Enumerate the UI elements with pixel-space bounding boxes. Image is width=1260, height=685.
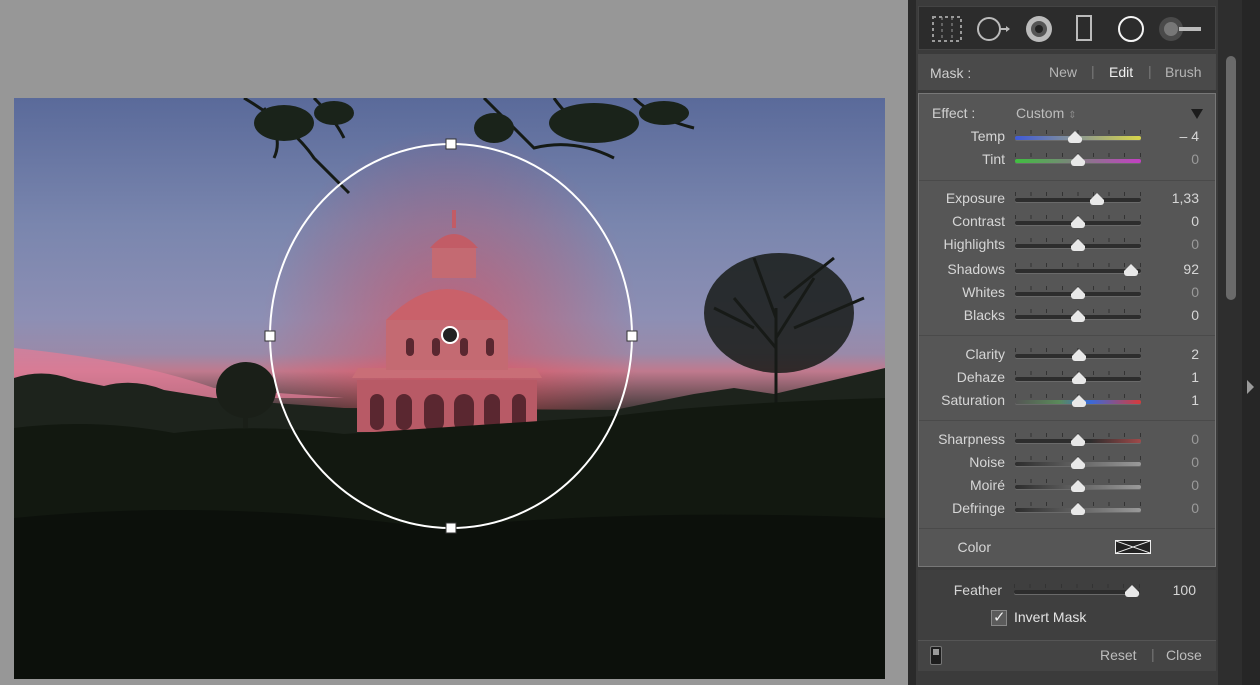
color-swatch[interactable] xyxy=(1115,540,1151,554)
slider-thumb[interactable] xyxy=(1072,349,1087,361)
mask-mode-row: Mask : New | Edit | Brush xyxy=(918,54,1216,90)
slider-thumb[interactable] xyxy=(1071,287,1085,299)
mask-edit-button[interactable]: Edit xyxy=(1109,64,1133,80)
photo-preview[interactable] xyxy=(14,98,885,679)
crop-overlay-icon[interactable] xyxy=(925,7,969,51)
mask-brush-button[interactable]: Brush xyxy=(1165,64,1202,80)
slider-thumb[interactable] xyxy=(1123,264,1138,276)
slider-thumb[interactable] xyxy=(1071,395,1086,407)
radial-handle-right xyxy=(626,330,638,342)
panel-footer: Reset | Close xyxy=(918,640,1216,671)
expand-panel-arrow-icon[interactable] xyxy=(1247,380,1254,394)
panel-collapse-icon[interactable] xyxy=(1191,109,1203,119)
radial-handle-bottom xyxy=(445,522,457,534)
invert-mask-checkbox[interactable]: ✓ xyxy=(991,609,1007,626)
slider-blacks[interactable]: Blacks 0 xyxy=(919,305,1215,327)
graduated-filter-icon[interactable] xyxy=(1063,7,1107,51)
mask-label: Mask : xyxy=(930,65,972,81)
spot-removal-icon[interactable] xyxy=(971,7,1015,51)
slider-defringe[interactable]: Defringe 0 xyxy=(919,498,1215,520)
color-label: Color xyxy=(957,539,991,555)
red-eye-icon[interactable] xyxy=(1017,7,1061,51)
reset-button[interactable]: Reset xyxy=(1100,647,1137,663)
slider-saturation[interactable]: Saturation 1 xyxy=(919,390,1215,412)
right-panel-edge xyxy=(1242,0,1260,685)
slider-thumb[interactable] xyxy=(1125,585,1140,597)
close-button[interactable]: Close xyxy=(1166,647,1202,663)
slider-thumb[interactable] xyxy=(1089,193,1104,205)
slider-thumb[interactable] xyxy=(1071,434,1085,446)
mask-new-button[interactable]: New xyxy=(1049,64,1077,80)
effect-preset-dropdown[interactable]: Custom ⇕ xyxy=(1016,105,1077,121)
slider-dehaze[interactable]: Dehaze 1 xyxy=(919,367,1215,389)
effects-panel: Effect : Custom ⇕ Temp – 4 Tint 0 Exposu… xyxy=(918,93,1216,567)
slider-thumb[interactable] xyxy=(1071,216,1085,228)
scrollbar-thumb[interactable] xyxy=(1226,56,1236,300)
slider-thumb[interactable] xyxy=(1071,457,1085,469)
slider-feather[interactable]: Feather 100 xyxy=(918,580,1214,602)
invert-mask-label: Invert Mask xyxy=(1014,609,1087,625)
photo-scene xyxy=(14,98,885,679)
slider-exposure[interactable]: Exposure 1,33 xyxy=(919,188,1215,210)
on-off-switch-icon[interactable] xyxy=(930,646,942,665)
slider-noise[interactable]: Noise 0 xyxy=(919,452,1215,474)
panel-gutter xyxy=(908,0,916,685)
slider-highlights[interactable]: Highlights 0 xyxy=(919,234,1215,256)
church-silhouette xyxy=(352,210,542,432)
image-canvas xyxy=(0,0,908,685)
slider-thumb[interactable] xyxy=(1071,372,1086,384)
radial-filter-icon[interactable] xyxy=(1109,7,1153,51)
slider-clarity[interactable]: Clarity 2 xyxy=(919,344,1215,366)
effect-label: Effect : xyxy=(932,105,976,121)
slider-thumb[interactable] xyxy=(1071,310,1085,322)
slider-whites[interactable]: Whites 0 xyxy=(919,282,1215,304)
adjustment-brush-icon[interactable] xyxy=(1157,7,1201,51)
slider-tint[interactable]: Tint 0 xyxy=(919,149,1215,171)
feather-section: Feather 100 ✓ Invert Mask xyxy=(918,570,1216,640)
slider-shadows[interactable]: Shadows 92 xyxy=(919,259,1215,281)
radial-handle-left xyxy=(264,330,276,342)
slider-contrast[interactable]: Contrast 0 xyxy=(919,211,1215,233)
updown-icon: ⇕ xyxy=(1068,110,1077,121)
slider-thumb[interactable] xyxy=(1071,154,1085,166)
slider-moire[interactable]: Moiré 0 xyxy=(919,475,1215,497)
radial-handle-top xyxy=(445,138,457,150)
slider-thumb[interactable] xyxy=(1068,131,1083,143)
slider-temp[interactable]: Temp – 4 xyxy=(919,126,1215,148)
slider-thumb[interactable] xyxy=(1071,503,1085,515)
slider-thumb[interactable] xyxy=(1071,480,1085,492)
tool-strip xyxy=(918,6,1216,50)
radial-center-pin xyxy=(441,326,459,344)
slider-sharpness[interactable]: Sharpness 0 xyxy=(919,429,1215,451)
checkmark-icon: ✓ xyxy=(993,609,1006,626)
slider-thumb[interactable] xyxy=(1071,239,1085,251)
